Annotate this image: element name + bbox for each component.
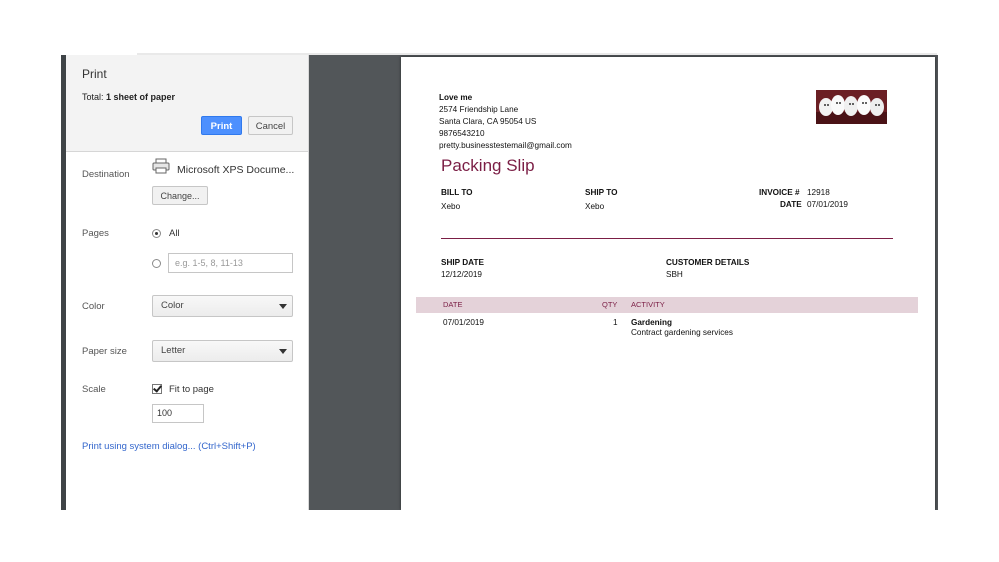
company-phone: 9876543210: [439, 129, 485, 138]
puppies-logo-image: [816, 90, 887, 124]
print-settings-panel: Print Total: 1 sheet of paper Print Canc…: [61, 55, 309, 510]
paper-size-select-value: Letter: [161, 345, 186, 356]
bill-to-label: BILL TO: [441, 188, 473, 197]
scale-label: Scale: [82, 384, 106, 395]
invoice-value: 12918: [807, 188, 830, 197]
fit-to-page-checkbox[interactable]: [152, 384, 162, 394]
panel-header: Print Total: 1 sheet of paper Print Canc…: [66, 55, 308, 152]
pages-all-radio[interactable]: [152, 229, 161, 238]
ship-to-value: Xebo: [585, 202, 605, 211]
row-description: Contract gardening services: [631, 328, 733, 337]
color-select-value: Color: [161, 300, 184, 311]
column-header-date: DATE: [443, 300, 463, 309]
company-address-line1: 2574 Friendship Lane: [439, 105, 519, 114]
column-header-activity: ACTIVITY: [631, 300, 665, 309]
items-table-header: DATE QTY ACTIVITY: [416, 297, 918, 313]
date-label: DATE: [780, 200, 802, 209]
print-button[interactable]: Print: [201, 116, 242, 135]
date-value: 07/01/2019: [807, 200, 848, 209]
sheet-total-prefix: Total:: [82, 92, 107, 102]
company-logo: [816, 90, 887, 124]
accent-divider: [441, 238, 893, 239]
invoice-label: INVOICE #: [759, 188, 800, 197]
paper-size-select[interactable]: Letter: [152, 340, 293, 362]
color-select[interactable]: Color: [152, 295, 293, 317]
row-qty: 1: [613, 318, 618, 327]
fit-to-page-label: Fit to page: [169, 384, 214, 395]
chevron-down-icon: [279, 349, 287, 354]
cancel-button[interactable]: Cancel: [248, 116, 293, 135]
bill-to-value: Xebo: [441, 202, 461, 211]
customer-details-label: CUSTOMER DETAILS: [666, 258, 750, 267]
pages-range-input[interactable]: e.g. 1-5, 8, 11-13: [168, 253, 293, 273]
dialog-title: Print: [82, 67, 107, 81]
company-address-line2: Santa Clara, CA 95054 US: [439, 117, 537, 126]
sheet-total: Total: 1 sheet of paper: [82, 92, 175, 102]
printer-icon: [152, 158, 170, 174]
paper-size-label: Paper size: [82, 346, 127, 357]
print-preview-area[interactable]: Love me 2574 Friendship Lane Santa Clara…: [309, 55, 938, 510]
company-name: Love me: [439, 93, 473, 102]
sheet-total-value: 1 sheet of paper: [106, 92, 176, 102]
system-dialog-link[interactable]: Print using system dialog... (Ctrl+Shift…: [82, 441, 256, 452]
column-header-qty: QTY: [602, 300, 618, 309]
document-title: Packing Slip: [441, 156, 535, 175]
customer-details-value: SBH: [666, 270, 683, 279]
color-label: Color: [82, 301, 105, 312]
change-destination-button[interactable]: Change...: [152, 186, 208, 205]
destination-value: Microsoft XPS Docume...: [177, 164, 295, 176]
row-activity: Gardening: [631, 318, 672, 327]
pages-label: Pages: [82, 228, 109, 239]
destination-label: Destination: [82, 169, 130, 180]
pages-custom-radio[interactable]: [152, 259, 161, 268]
chevron-down-icon: [279, 304, 287, 309]
ship-date-label: SHIP DATE: [441, 258, 484, 267]
company-email: pretty.businesstestemail@gmail.com: [439, 141, 572, 150]
preview-page: Love me 2574 Friendship Lane Santa Clara…: [401, 57, 935, 510]
ship-to-label: SHIP TO: [585, 188, 618, 197]
row-date: 07/01/2019: [443, 318, 484, 327]
ship-date-value: 12/12/2019: [441, 270, 482, 279]
print-dialog: Print Total: 1 sheet of paper Print Canc…: [61, 55, 938, 510]
scale-input[interactable]: 100: [152, 404, 204, 423]
pages-all-label: All: [169, 228, 180, 239]
